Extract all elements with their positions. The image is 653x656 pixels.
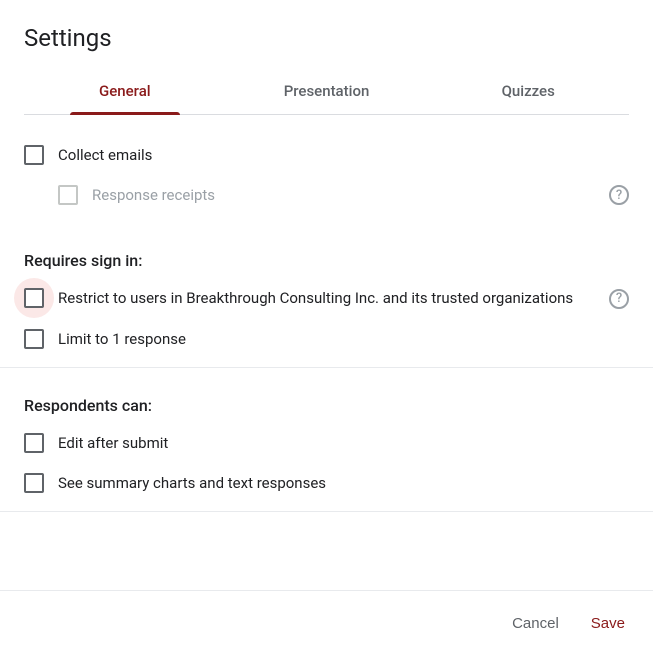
tab-presentation[interactable]: Presentation bbox=[226, 68, 428, 114]
row-see-summary: See summary charts and text responses bbox=[24, 463, 629, 503]
checkbox-wrapper bbox=[58, 185, 78, 205]
edit-after-submit-label: Edit after submit bbox=[58, 434, 629, 452]
section-requires-signin: Requires sign in: Restrict to users in B… bbox=[0, 223, 653, 368]
tab-quizzes[interactable]: Quizzes bbox=[427, 68, 629, 114]
section-respondents: Respondents can: Edit after submit See s… bbox=[0, 368, 653, 512]
restrict-users-checkbox[interactable] bbox=[24, 288, 44, 308]
save-button[interactable]: Save bbox=[587, 607, 629, 640]
restrict-users-label: Restrict to users in Breakthrough Consul… bbox=[58, 288, 601, 309]
help-icon[interactable]: ? bbox=[609, 185, 629, 205]
limit-response-label: Limit to 1 response bbox=[58, 330, 629, 348]
section-collect: Collect emails Response receipts ? bbox=[0, 115, 653, 223]
collect-emails-checkbox[interactable] bbox=[24, 145, 44, 165]
row-edit-after-submit: Edit after submit bbox=[24, 423, 629, 463]
dialog-footer: Cancel Save bbox=[0, 590, 653, 656]
row-response-receipts: Response receipts ? bbox=[58, 175, 629, 215]
see-summary-checkbox[interactable] bbox=[24, 473, 44, 493]
requires-signin-heading: Requires sign in: bbox=[24, 243, 629, 270]
checkbox-wrapper bbox=[24, 145, 44, 165]
checkbox-wrapper bbox=[24, 288, 44, 308]
response-receipts-checkbox bbox=[58, 185, 78, 205]
row-collect-emails: Collect emails bbox=[24, 135, 629, 175]
dialog-header: Settings General Presentation Quizzes bbox=[0, 0, 653, 115]
response-receipts-label: Response receipts bbox=[92, 186, 589, 204]
tabs-container: General Presentation Quizzes bbox=[24, 68, 629, 115]
checkbox-wrapper bbox=[24, 473, 44, 493]
respondents-heading: Respondents can: bbox=[24, 388, 629, 415]
row-restrict-users: Restrict to users in Breakthrough Consul… bbox=[24, 278, 601, 319]
tab-general[interactable]: General bbox=[24, 68, 226, 114]
settings-dialog: Settings General Presentation Quizzes Co… bbox=[0, 0, 653, 656]
row-restrict-wrapper: Restrict to users in Breakthrough Consul… bbox=[24, 278, 629, 319]
checkbox-wrapper bbox=[24, 433, 44, 453]
limit-response-checkbox[interactable] bbox=[24, 329, 44, 349]
collect-emails-label: Collect emails bbox=[58, 146, 629, 164]
help-icon[interactable]: ? bbox=[609, 289, 629, 309]
edit-after-submit-checkbox[interactable] bbox=[24, 433, 44, 453]
settings-content: Collect emails Response receipts ? Requi… bbox=[0, 115, 653, 590]
cancel-button[interactable]: Cancel bbox=[508, 607, 563, 640]
checkbox-wrapper bbox=[24, 329, 44, 349]
dialog-title: Settings bbox=[24, 24, 629, 52]
row-limit-response: Limit to 1 response bbox=[24, 319, 629, 359]
see-summary-label: See summary charts and text responses bbox=[58, 474, 629, 492]
